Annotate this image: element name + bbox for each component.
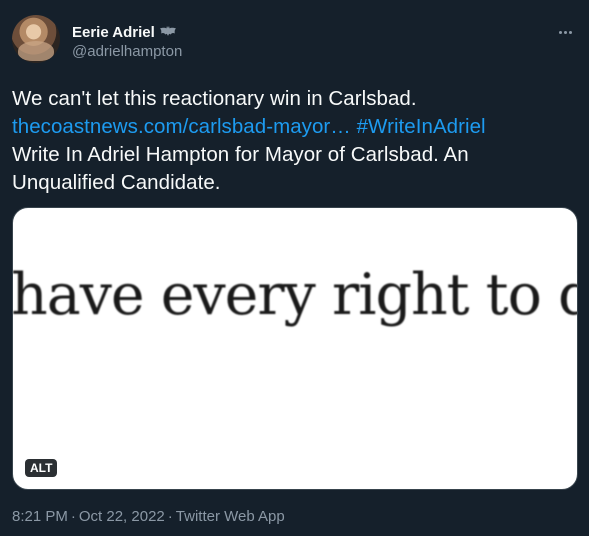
more-options-button[interactable] xyxy=(555,22,575,42)
tweet-time[interactable]: 8:21 PM xyxy=(12,508,68,525)
author-display-name[interactable]: Eerie Adriel xyxy=(72,24,155,41)
name-row: Eerie Adriel xyxy=(72,22,577,42)
tweet-text: We can't let this reactionary win in Car… xyxy=(12,85,577,197)
tweet-card: Eerie Adriel @adrielhampton We can't let… xyxy=(0,0,589,536)
tweet-text-line-4: Unqualified Candidate. xyxy=(12,171,221,194)
author-handle[interactable]: @adrielhampton xyxy=(72,43,577,60)
tweet-text-line-3: Write In Adriel Hampton for Mayor of Car… xyxy=(12,143,469,166)
tweet-date[interactable]: Oct 22, 2022 xyxy=(79,508,165,525)
tweet-text-line-1: We can't let this reactionary win in Car… xyxy=(12,87,417,110)
more-horizontal-icon xyxy=(558,30,562,34)
tweet-meta: 8:21 PM · Oct 22, 2022 · Twitter Web App xyxy=(12,508,285,525)
avatar[interactable] xyxy=(12,15,60,63)
media-image-text: have every right to dete xyxy=(12,262,577,328)
tweet-media-image[interactable]: have every right to dete ALT xyxy=(12,207,578,490)
alt-text-badge[interactable]: ALT xyxy=(25,459,58,477)
bat-icon xyxy=(159,25,177,39)
tweet-source[interactable]: Twitter Web App xyxy=(176,508,285,525)
meta-separator: · xyxy=(70,508,76,525)
tweet-header: Eerie Adriel @adrielhampton xyxy=(72,22,577,61)
hashtag-link[interactable]: #WriteInAdriel xyxy=(357,115,486,138)
avatar-photo-shade xyxy=(18,41,54,61)
meta-separator: · xyxy=(167,508,173,525)
tweet-text-line-2: thecoastnews.com/carlsbad-mayor… #WriteI… xyxy=(12,113,577,141)
tweet-url-link[interactable]: thecoastnews.com/carlsbad-mayor… xyxy=(12,115,351,138)
